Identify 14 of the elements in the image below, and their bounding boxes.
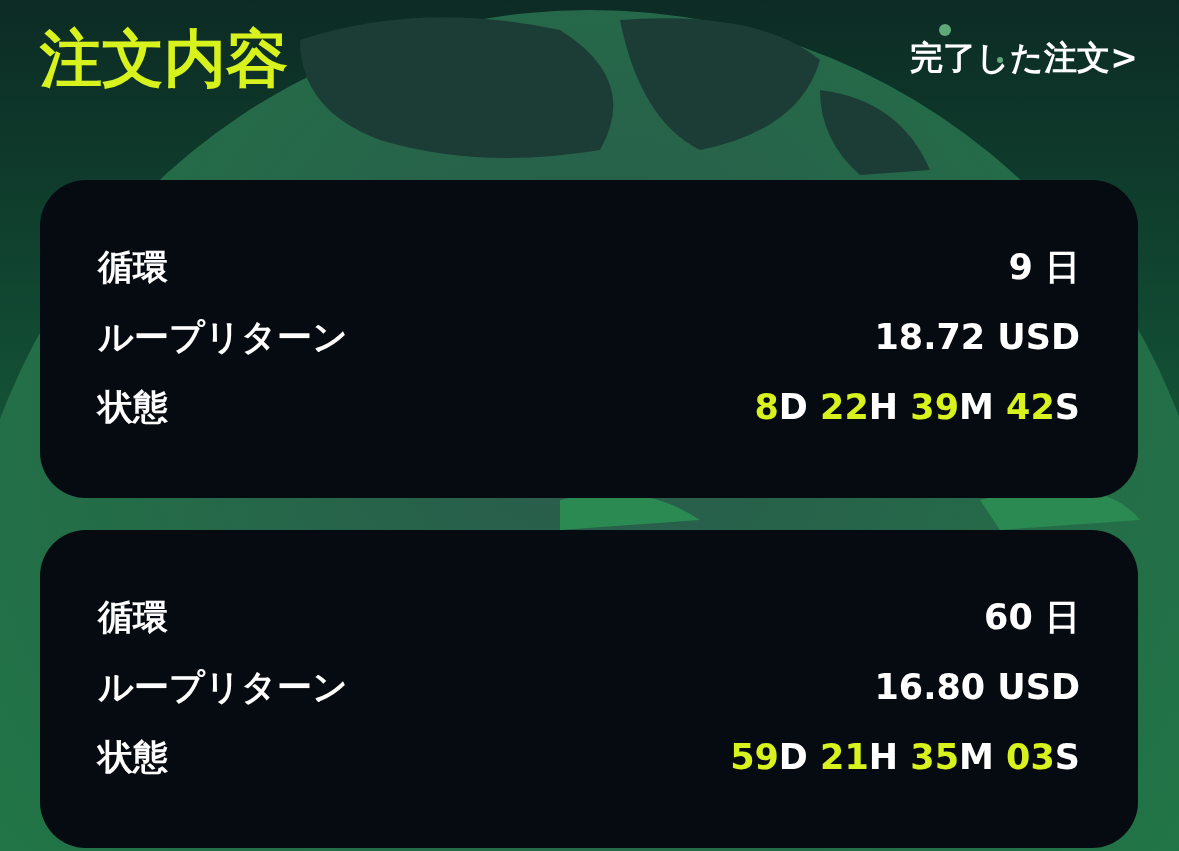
page-title: 注文内容 xyxy=(40,22,288,97)
countdown-text: 59D 21H 35M 03S xyxy=(730,737,1080,777)
countdown-text: 8D 22H 39M 42S xyxy=(754,387,1080,427)
row-value: 9 日 xyxy=(1008,245,1080,289)
row-label: 循環 xyxy=(98,245,168,289)
row-value: 18.72 USD xyxy=(874,317,1080,357)
row-label: 循環 xyxy=(98,595,168,639)
row-label: ループリターン xyxy=(98,665,348,709)
row-label: 状態 xyxy=(98,735,168,779)
row-label: ループリターン xyxy=(98,315,348,359)
row-value: 16.80 USD xyxy=(874,667,1080,707)
completed-orders-link[interactable]: 完了した注文> xyxy=(910,36,1138,81)
row-label: 状態 xyxy=(98,385,168,429)
row-value: 60 日 xyxy=(984,595,1080,639)
